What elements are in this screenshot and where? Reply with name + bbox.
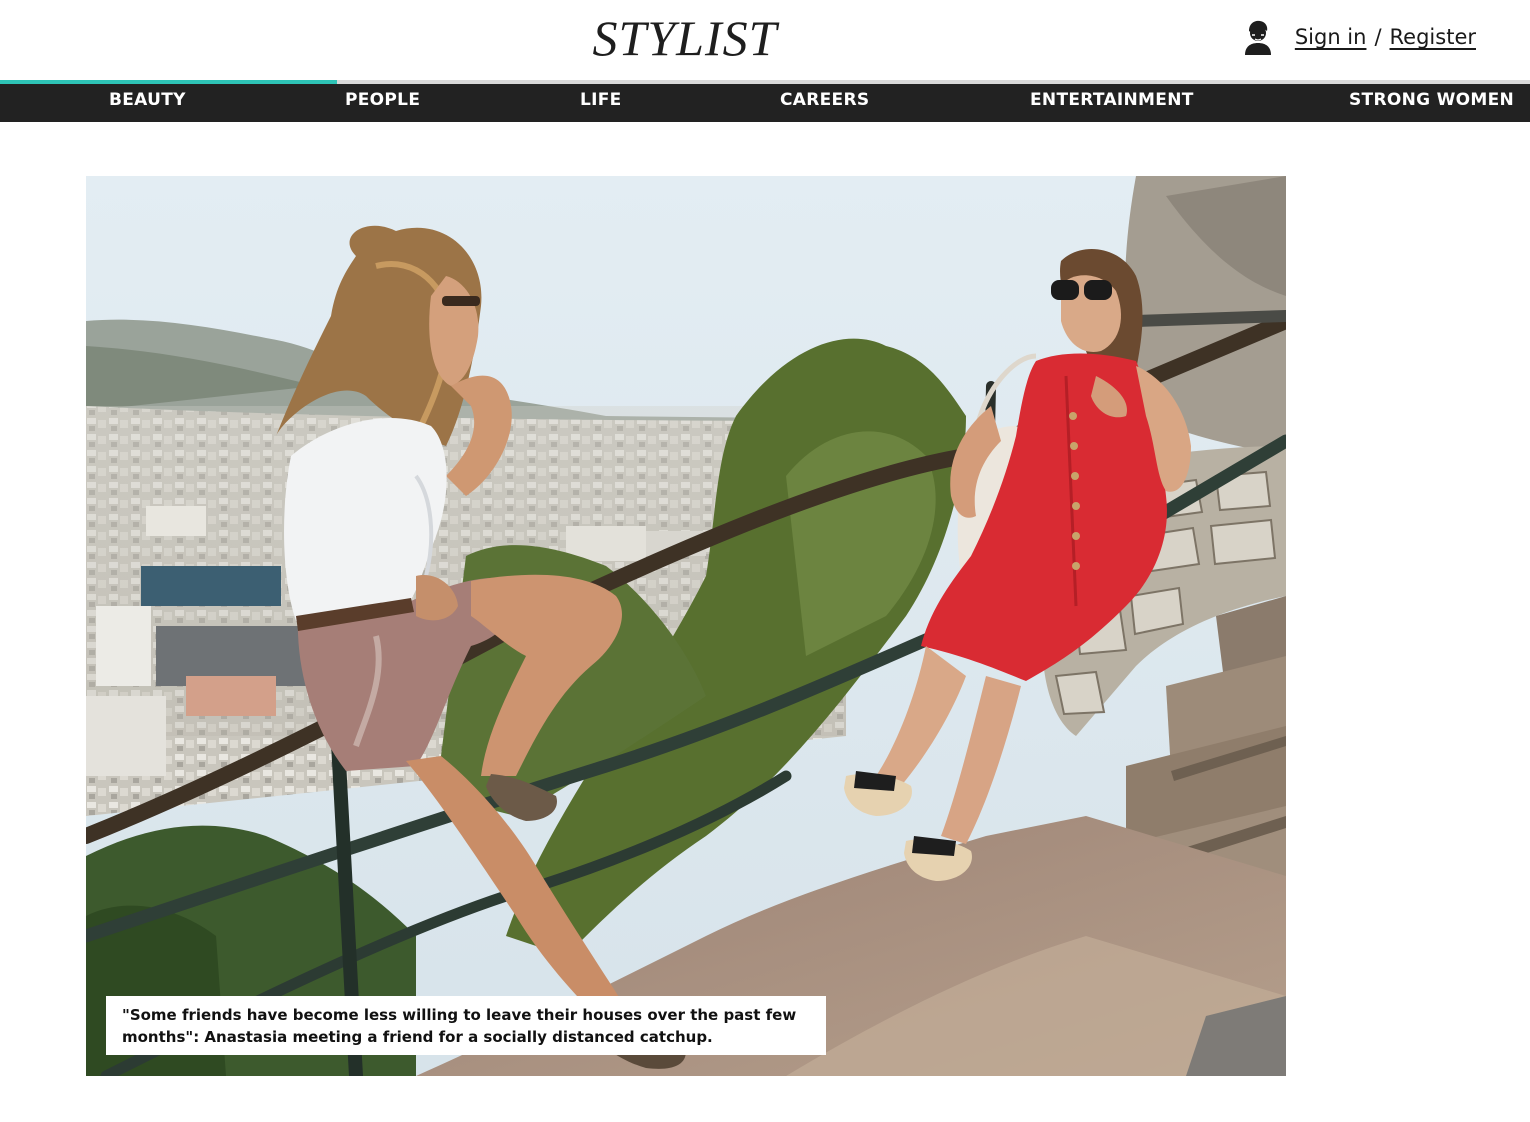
nav-item-people[interactable]: PEOPLE: [345, 84, 420, 122]
article-hero-image: "Some friends have become less willing t…: [86, 176, 1286, 1076]
nav-item-strong-women[interactable]: STRONG WOMEN: [1349, 84, 1514, 122]
site-logo[interactable]: STYLIST: [0, 8, 1370, 68]
nav-item-beauty[interactable]: BEAUTY: [109, 84, 186, 122]
account-separator: /: [1374, 25, 1382, 49]
site-header: STYLIST Sign in / Register: [0, 0, 1530, 80]
nav-item-entertainment[interactable]: ENTERTAINMENT: [1030, 84, 1194, 122]
nav-item-careers[interactable]: CAREERS: [780, 84, 869, 122]
main-nav: BEAUTY PEOPLE LIFE CAREERS ENTERTAINMENT…: [0, 84, 1530, 122]
sign-in-link[interactable]: Sign in: [1295, 25, 1367, 49]
register-link[interactable]: Register: [1390, 25, 1476, 49]
image-caption: "Some friends have become less willing t…: [122, 1006, 797, 1046]
account-area: Sign in / Register: [1241, 18, 1476, 56]
hero-photo: [86, 176, 1286, 1076]
image-caption-box: "Some friends have become less willing t…: [106, 996, 826, 1055]
nav-item-life[interactable]: LIFE: [580, 84, 622, 122]
user-avatar-icon[interactable]: [1241, 19, 1275, 55]
